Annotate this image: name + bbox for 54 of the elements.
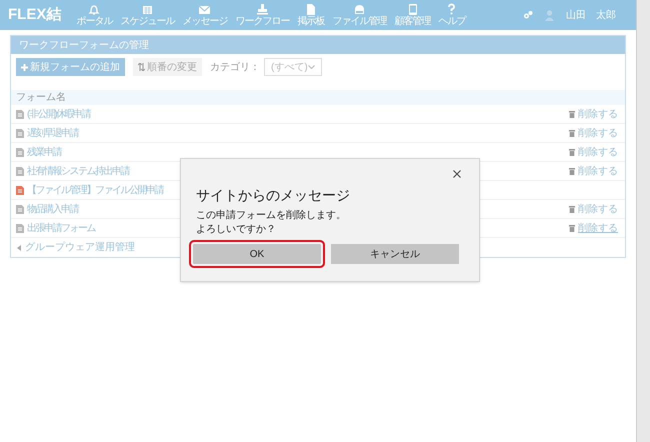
category-dropdown[interactable]: (すべて) <box>264 58 322 76</box>
user-avatar-icon <box>545 10 554 20</box>
form-name-link[interactable]: (非公開)休暇申請 <box>27 106 90 122</box>
bell-icon <box>88 3 101 16</box>
delete-link[interactable]: 削除する <box>578 164 618 178</box>
trash-icon <box>569 168 575 174</box>
delete-link[interactable]: 削除する <box>578 220 618 236</box>
ok-button[interactable]: OK <box>189 240 325 268</box>
caret-left-icon <box>17 244 21 250</box>
nav-item[interactable]: ワークフロー <box>232 3 292 27</box>
nav-item[interactable]: 顧客管理 <box>391 3 434 27</box>
gears-icon[interactable] <box>523 10 533 20</box>
category-label: カテゴリ： <box>210 60 260 74</box>
form-name-link[interactable]: 【ファイル管理】ファイル公開申請 <box>27 182 163 198</box>
sort-icon <box>138 63 145 71</box>
trash-icon <box>569 110 575 118</box>
user-name[interactable]: 山田 太郎 <box>566 8 616 22</box>
cancel-button[interactable]: キャンセル <box>331 244 459 264</box>
stamp-icon <box>256 3 269 16</box>
form-name-link[interactable]: 出張申請フォーム <box>27 220 95 236</box>
delete-link[interactable]: 削除する <box>578 144 618 160</box>
chevron-down-icon <box>308 65 315 69</box>
form-name-link[interactable]: 物品購入申請 <box>27 202 78 216</box>
calendar-icon <box>140 3 154 16</box>
envelope-icon <box>198 3 212 16</box>
form-name-link[interactable]: 残業申請 <box>27 144 61 160</box>
plus-icon <box>21 64 28 70</box>
dialog-message: この申請フォームを削除します。 よろしいですか？ <box>196 209 346 237</box>
document-icon <box>304 3 318 16</box>
trash-icon <box>569 130 575 136</box>
nav-item[interactable]: ヘルプ <box>435 3 468 27</box>
delete-link[interactable]: 削除する <box>578 202 618 216</box>
trash-icon <box>569 206 575 212</box>
nav-item[interactable]: スケジュール <box>117 3 178 27</box>
panel-title: ワークフローフォームの管理 <box>19 38 149 52</box>
trash-icon <box>569 148 575 156</box>
column-header: フォーム名 <box>16 91 66 105</box>
dialog-title: サイトからのメッセージ <box>196 186 350 205</box>
nav-item[interactable]: 掲示板 <box>294 3 328 27</box>
delete-link[interactable]: 削除する <box>578 126 618 140</box>
back-link[interactable]: グループウェア運用管理 <box>25 240 135 255</box>
change-order-button[interactable]: 順番の変更 <box>133 58 202 76</box>
nav-item[interactable]: メッセージ <box>179 3 230 27</box>
drive-icon <box>352 3 366 16</box>
nav-item[interactable]: ポータル <box>73 3 116 27</box>
form-name-link[interactable]: 遅刻早退申請 <box>27 126 78 140</box>
nav-item[interactable]: ファイル管理 <box>329 3 390 27</box>
logo[interactable]: FLEX結 <box>8 4 62 26</box>
add-form-button[interactable]: 新規フォームの追加 <box>16 58 125 76</box>
trash-icon <box>569 224 575 232</box>
scrollbar[interactable] <box>636 0 650 442</box>
close-icon[interactable] <box>453 170 461 178</box>
delete-link[interactable]: 削除する <box>578 106 618 122</box>
form-name-link[interactable]: 社有情報システム持出申請 <box>27 164 129 178</box>
